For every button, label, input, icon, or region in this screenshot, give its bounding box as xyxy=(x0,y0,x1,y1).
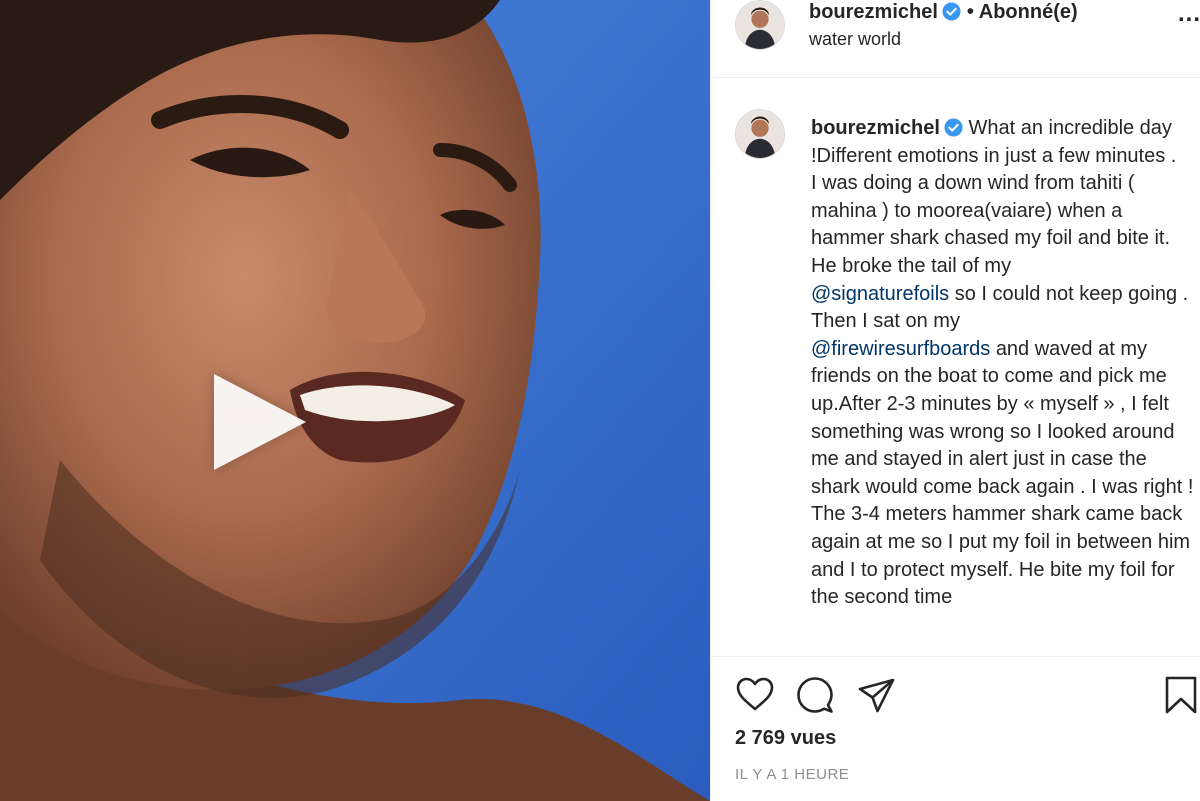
avatar-photo xyxy=(736,110,784,158)
more-options-icon[interactable]: ... xyxy=(1178,2,1200,26)
caption-scroll-area[interactable]: bourezmichel What an incredible day !Dif… xyxy=(711,79,1200,649)
video-play-button[interactable] xyxy=(210,372,310,472)
verified-badge-icon xyxy=(942,2,961,21)
header-user-line: bourezmichel • Abonné(e) xyxy=(809,0,1078,24)
mention-link[interactable]: @firewiresurfboards xyxy=(811,338,990,360)
post-panel: bourezmichel • Abonné(e) water world ... … xyxy=(710,0,1200,801)
caption-text: I was doing a down wind from tahiti ( ma… xyxy=(811,172,1171,277)
mention-link[interactable]: @signaturefoils xyxy=(811,283,949,305)
author-avatar[interactable] xyxy=(735,0,785,50)
caption-text: and waved at my friends on the boat to c… xyxy=(811,337,1194,498)
verified-badge-icon xyxy=(944,118,963,137)
avatar-photo xyxy=(736,1,784,49)
caption-username[interactable]: bourezmichel xyxy=(811,117,940,139)
follow-status-button[interactable]: Abonné(e) xyxy=(979,1,1078,23)
caption-author-avatar[interactable] xyxy=(735,109,785,159)
post-video[interactable] xyxy=(0,0,710,801)
play-icon xyxy=(214,374,306,470)
post-caption: bourezmichel What an incredible day !Dif… xyxy=(811,115,1200,612)
caption-text: The 3-4 meters hammer shark came back ag… xyxy=(811,503,1191,609)
separator-dot: • xyxy=(966,1,974,23)
post-location[interactable]: water world xyxy=(809,28,901,50)
video-frame-image xyxy=(0,0,710,801)
post-actions: 2 769 vues IL Y A 1 HEURE xyxy=(711,656,1200,801)
post-timestamp[interactable]: IL Y A 1 HEURE xyxy=(735,766,849,783)
heart-icon[interactable] xyxy=(735,675,775,715)
comment-icon[interactable] xyxy=(795,675,835,715)
author-username[interactable]: bourezmichel xyxy=(809,1,938,23)
bookmark-icon[interactable] xyxy=(1163,675,1199,715)
view-count[interactable]: 2 769 vues xyxy=(735,727,836,750)
share-icon[interactable] xyxy=(857,676,897,716)
post-header: bourezmichel • Abonné(e) water world ... xyxy=(711,0,1200,78)
